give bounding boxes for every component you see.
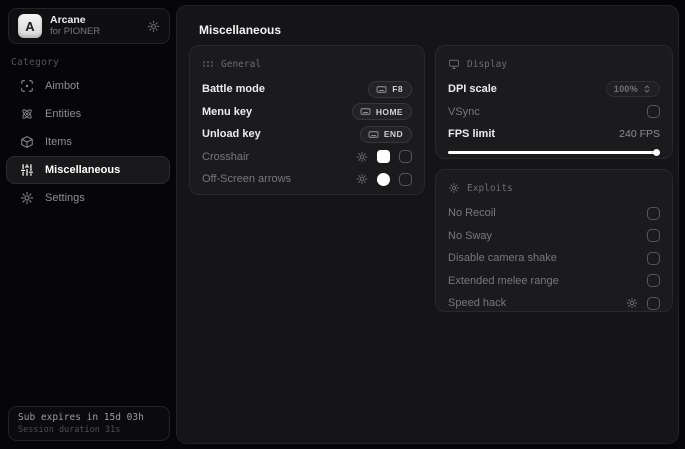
row-label: No Recoil <box>448 207 496 220</box>
dpi-scale-select[interactable]: 100% <box>605 81 660 98</box>
sidebar-item-label: Aimbot <box>45 80 80 92</box>
main-panel: Miscellaneous General Battle mode F8 Men… <box>176 5 679 444</box>
gear-icon[interactable] <box>626 297 638 309</box>
general-card: General Battle mode F8 Menu key HOME Unl… <box>189 45 425 195</box>
sidebar-item-aimbot[interactable]: Aimbot <box>6 72 170 100</box>
extended-melee-range-checkbox[interactable] <box>647 274 660 288</box>
crosshair-color-swatch[interactable] <box>377 150 390 164</box>
page-title: Miscellaneous <box>199 23 282 37</box>
sidebar-item-label: Miscellaneous <box>45 164 121 176</box>
scan-icon <box>20 79 34 93</box>
sidebar-item-settings[interactable]: Settings <box>6 184 170 212</box>
chevrons-up-down-icon <box>642 84 652 94</box>
gear-icon <box>20 191 34 205</box>
keybind-value: HOME <box>375 106 403 117</box>
offscreen-arrows-row: Off-Screen arrows <box>202 168 412 191</box>
fps-limit-row: FPS limit 240 FPS <box>448 123 660 146</box>
no-recoil-row: No Recoil <box>448 202 660 225</box>
atom-icon <box>20 107 34 121</box>
card-title: Display <box>467 58 508 70</box>
app-title: Arcane <box>50 14 86 26</box>
session-duration-text: Session duration 31s <box>18 425 121 435</box>
sidebar-nav: Aimbot Entities Items Miscellaneous Sett… <box>6 72 170 212</box>
app-subtitle: for PIONER <box>50 26 101 38</box>
sidebar-item-entities[interactable]: Entities <box>6 100 170 128</box>
fps-limit-slider[interactable] <box>448 149 660 157</box>
offscreen-checkbox[interactable] <box>399 172 412 186</box>
slider-track <box>448 151 660 154</box>
row-label: DPI scale <box>448 83 497 96</box>
keybind-value: END <box>383 129 403 140</box>
category-label: Category <box>11 57 60 68</box>
speed-hack-checkbox[interactable] <box>647 296 660 310</box>
no-recoil-checkbox[interactable] <box>647 206 660 220</box>
row-label: Off-Screen arrows <box>202 173 292 186</box>
sidebar-item-label: Entities <box>45 108 82 120</box>
card-title: General <box>221 58 262 70</box>
row-label: Unload key <box>202 128 261 141</box>
row-label: VSync <box>448 105 480 118</box>
menu-key-row: Menu key HOME <box>202 101 412 124</box>
extended-melee-range-row: Extended melee range <box>448 270 660 293</box>
offscreen-color-swatch[interactable] <box>377 172 390 186</box>
slider-knob[interactable] <box>653 149 660 156</box>
disable-camera-shake-row: Disable camera shake <box>448 247 660 270</box>
battle-mode-keybind[interactable]: F8 <box>368 80 412 98</box>
sidebar-item-label: Settings <box>45 192 85 204</box>
row-label: FPS limit <box>448 128 496 141</box>
row-label: Battle mode <box>202 83 265 96</box>
box-icon <box>20 135 34 149</box>
subscription-info: Sub expires in 15d 03h Session duration … <box>8 406 170 441</box>
fps-limit-value: 240 FPS <box>619 128 660 141</box>
card-title: Exploits <box>467 182 513 194</box>
sidebar-item-label: Items <box>45 136 72 148</box>
sidebar-item-miscellaneous[interactable]: Miscellaneous <box>6 156 170 184</box>
grid-dots-icon <box>202 58 214 70</box>
exploits-card: Exploits No Recoil No Sway Disable camer… <box>435 169 673 312</box>
keyboard-icon <box>368 129 379 140</box>
row-label: No Sway <box>448 229 493 242</box>
row-label: Menu key <box>202 105 253 118</box>
sub-expires-text: Sub expires in 15d 03h <box>18 412 144 423</box>
no-sway-row: No Sway <box>448 225 660 248</box>
display-card: Display DPI scale 100% VSync FPS limit 2… <box>435 45 673 159</box>
no-sway-checkbox[interactable] <box>647 229 660 243</box>
dpi-scale-row: DPI scale 100% <box>448 78 660 101</box>
crosshair-row: Crosshair <box>202 146 412 169</box>
battle-mode-row: Battle mode F8 <box>202 78 412 101</box>
row-label: Disable camera shake <box>448 252 557 265</box>
unload-key-row: Unload key END <box>202 123 412 146</box>
keybind-value: F8 <box>392 84 403 95</box>
crosshair-checkbox[interactable] <box>399 150 412 164</box>
hazard-burst-icon <box>448 182 460 194</box>
vsync-row: VSync <box>448 101 660 124</box>
sidebar-item-items[interactable]: Items <box>6 128 170 156</box>
menu-key-keybind[interactable]: HOME <box>351 103 412 121</box>
app-header: A Arcane for PIONER <box>8 8 170 44</box>
app-logo: A <box>18 14 42 38</box>
speed-hack-row: Speed hack <box>448 292 660 315</box>
row-label: Speed hack <box>448 297 507 310</box>
dpi-scale-value: 100% <box>613 84 638 95</box>
sidebar: A Arcane for PIONER Category Aimbot Enti… <box>0 0 176 449</box>
vsync-checkbox[interactable] <box>647 105 660 119</box>
row-label: Crosshair <box>202 150 250 163</box>
keyboard-icon <box>376 84 387 95</box>
app-names: Arcane for PIONER <box>50 14 147 38</box>
gear-icon[interactable] <box>147 20 160 33</box>
gear-icon[interactable] <box>356 173 368 185</box>
gear-icon[interactable] <box>356 151 368 163</box>
sliders-icon <box>20 163 34 177</box>
monitor-icon <box>448 58 460 70</box>
disable-camera-shake-checkbox[interactable] <box>647 251 660 265</box>
unload-key-keybind[interactable]: END <box>359 125 412 143</box>
row-label: Extended melee range <box>448 274 559 287</box>
keyboard-icon <box>360 106 371 117</box>
